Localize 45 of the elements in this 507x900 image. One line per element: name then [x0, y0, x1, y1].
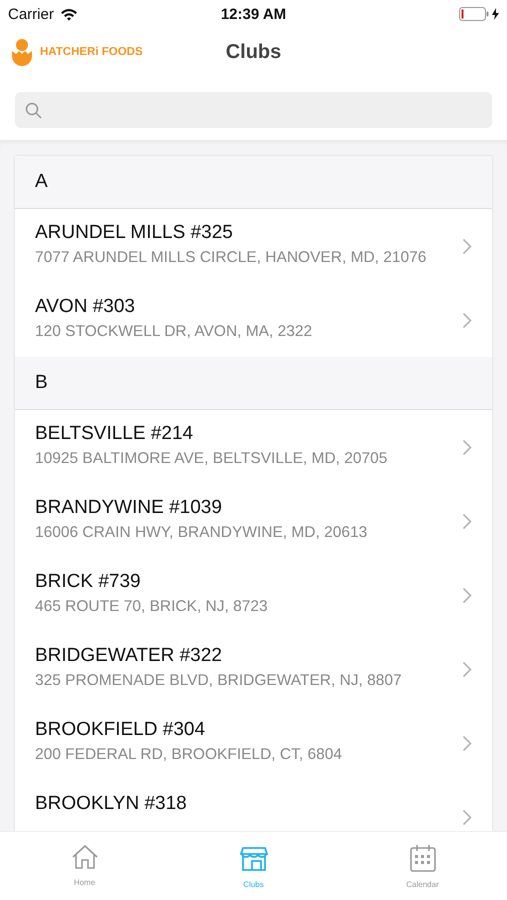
club-row[interactable]: BRICK #739 465 ROUTE 70, BRICK, NJ, 8723	[15, 558, 492, 632]
logo-text: HATCHERi FOODS	[40, 46, 143, 58]
chevron-right-icon	[462, 734, 472, 752]
chevron-right-icon	[462, 312, 472, 328]
search-field[interactable]	[15, 92, 492, 128]
search-icon	[25, 102, 42, 118]
calendar-icon	[408, 844, 436, 872]
club-row[interactable]: BROOKFIELD #304 200 FEDERAL RD, BROOKFIELD, CT, 6804	[15, 706, 492, 780]
club-name: BELTSVILLE #214	[35, 423, 194, 445]
club-name: ARUNDEL MILLS #325	[35, 222, 234, 244]
club-row[interactable]: BRIDGEWATER #322 325 PROMENADE BLVD, BRIDGEWATER, NJ, 8807	[15, 632, 492, 706]
carrier-name: Carrier	[8, 6, 54, 22]
club-name: BROOKFIELD #304	[35, 719, 206, 741]
club-address: 16006 CRAIN HWY, BRANDYWINE, MD, 20613	[35, 524, 368, 542]
club-row[interactable]: BRANDYWINE #1039 16006 CRAIN HWY, BRANDYWINE, MD, 20613	[15, 484, 492, 558]
wifi-icon	[60, 8, 78, 20]
club-address: 7077 ARUNDEL MILLS CIRCLE, HANOVER, MD, 21076	[35, 249, 428, 267]
club-name: BROOKLYN #318	[35, 793, 188, 815]
section-letter: A	[35, 171, 48, 193]
page-title: Clubs	[226, 40, 282, 64]
chevron-right-icon	[462, 512, 472, 530]
club-row[interactable]: BROOKLYN #318	[15, 780, 492, 831]
club-row[interactable]: BELTSVILLE #214 10925 BALTIMORE AVE, BELTSVILLE, MD, 20705	[15, 410, 492, 484]
club-row[interactable]: ARUNDEL MILLS #325 7077 ARUNDEL MILLS CIRCLE, HANOVER, MD, 21076	[15, 209, 492, 283]
club-address: 120 STOCKWELL DR, AVON, MA, 2322	[35, 323, 314, 341]
club-name: AVON #303	[35, 296, 136, 318]
club-name: BRIDGEWATER #322	[35, 645, 223, 667]
club-address: 10925 BALTIMORE AVE, BELTSVILLE, MD, 20705	[35, 450, 388, 468]
battery-icon	[459, 7, 489, 21]
chevron-right-icon	[462, 660, 472, 678]
chevron-right-icon	[462, 586, 472, 604]
club-row[interactable]: AVON #303 120 STOCKWELL DR, AVON, MA, 2322	[15, 283, 492, 357]
home-icon	[70, 844, 98, 870]
club-name: BRICK #739	[35, 571, 142, 593]
clock-time: 12:39 AM	[220, 6, 286, 22]
storefront-icon	[240, 844, 268, 872]
chevron-right-icon	[462, 438, 472, 456]
club-address: 325 PROMENADE BLVD, BRIDGEWATER, NJ, 8807	[35, 672, 403, 690]
club-address: 465 ROUTE 70, BRICK, NJ, 8723	[35, 598, 269, 616]
section-letter: B	[35, 372, 48, 394]
chevron-right-icon	[462, 808, 472, 826]
chick-in-egg-icon	[10, 36, 34, 68]
club-name: BRANDYWINE #1039	[35, 497, 223, 519]
club-address: 200 FEDERAL RD, BROOKFIELD, CT, 6804	[35, 746, 343, 764]
chevron-right-icon	[462, 238, 472, 254]
